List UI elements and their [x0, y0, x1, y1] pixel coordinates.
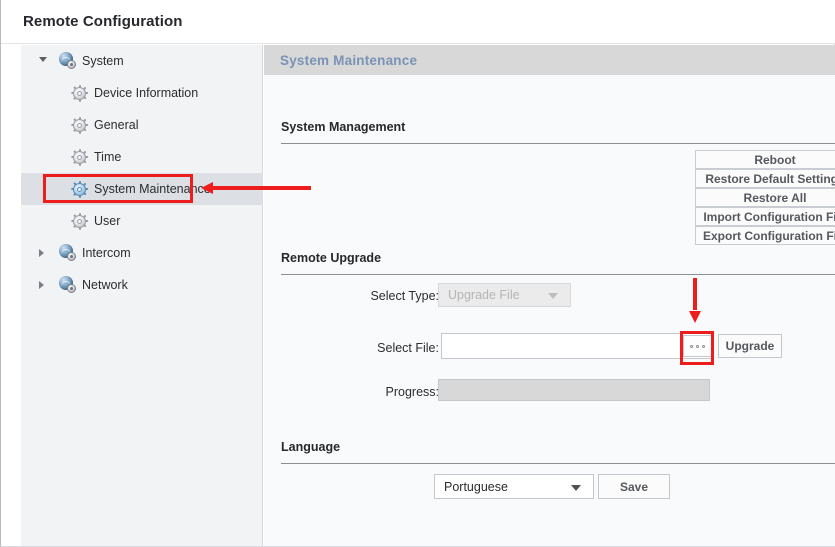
- save-button[interactable]: Save: [598, 474, 670, 499]
- sidebar-item-system[interactable]: System: [21, 45, 263, 77]
- section-divider: [281, 463, 835, 464]
- sidebar-item-label: Time: [94, 150, 122, 164]
- panel-header: System Maintenance: [264, 45, 835, 75]
- sidebar-item-time[interactable]: Time: [21, 141, 263, 173]
- chevron-down-icon[interactable]: [39, 57, 47, 62]
- restore-default-settings-button[interactable]: Restore Default Settings: [695, 169, 835, 188]
- import-configuration-file-button[interactable]: Import Configuration File: [695, 207, 835, 226]
- gear-icon: [71, 180, 89, 199]
- sidebar-item-label: Network: [82, 278, 128, 292]
- export-configuration-file-button[interactable]: Export Configuration File: [695, 226, 835, 245]
- gear-icon: [71, 116, 89, 135]
- sidebar-item-user[interactable]: User: [21, 205, 263, 237]
- globe-icon: [59, 244, 76, 261]
- sidebar-item-label: System: [82, 54, 124, 68]
- page-title: System Maintenance: [280, 52, 418, 68]
- gear-icon: [71, 148, 89, 167]
- sidebar-item-intercom[interactable]: Intercom: [21, 237, 263, 269]
- ellipsis-dot-icon: [690, 344, 693, 348]
- chevron-down-icon[interactable]: [571, 484, 581, 491]
- sidebar-item-label: Intercom: [82, 246, 131, 260]
- sidebar-item-label: User: [94, 214, 121, 228]
- section-heading-remote-upgrade: Remote Upgrade: [281, 251, 382, 265]
- sidebar-item-label: General: [94, 118, 139, 132]
- navigation-sidebar: System Device Information General Time S…: [21, 45, 263, 546]
- reboot-button[interactable]: Reboot: [695, 150, 835, 169]
- select-type-dropdown: Upgrade File: [438, 283, 571, 307]
- sidebar-item-label: System Maintenance: [94, 182, 211, 196]
- restore-all-button[interactable]: Restore All: [695, 188, 835, 207]
- remote-configuration-window: Remote Configuration System Device Infor…: [0, 0, 835, 547]
- ellipsis-dot-icon: [702, 344, 705, 348]
- ellipsis-dot-icon: [696, 344, 699, 348]
- select-type-label: Select Type:: [370, 289, 439, 303]
- section-divider: [281, 274, 835, 275]
- sidebar-item-device-information[interactable]: Device Information: [21, 77, 263, 109]
- select-type-value: Upgrade File: [448, 288, 520, 302]
- main-content-panel: System Maintenance System Management Reb…: [264, 45, 835, 546]
- gear-icon: [71, 212, 89, 231]
- sidebar-item-general[interactable]: General: [21, 109, 263, 141]
- select-file-label: Select File:: [377, 341, 439, 355]
- sidebar-item-system-maintenance[interactable]: System Maintenance: [21, 173, 263, 205]
- upgrade-progress-bar: [438, 379, 710, 401]
- chevron-down-icon: [548, 293, 558, 299]
- chevron-right-icon[interactable]: [39, 249, 44, 257]
- globe-icon: [59, 52, 76, 69]
- globe-icon: [59, 276, 76, 293]
- sidebar-item-network[interactable]: Network: [21, 269, 263, 301]
- progress-label: Progress:: [385, 385, 440, 399]
- sidebar-item-label: Device Information: [94, 86, 199, 100]
- upgrade-button[interactable]: Upgrade: [718, 334, 782, 358]
- gear-icon: [71, 84, 89, 103]
- language-value: Portuguese: [444, 479, 508, 494]
- window-title: Remote Configuration: [23, 13, 183, 30]
- window-titlebar: Remote Configuration: [1, 0, 835, 44]
- section-heading-system-management: System Management: [281, 120, 406, 134]
- select-file-text[interactable]: [442, 334, 712, 358]
- language-dropdown[interactable]: Portuguese: [434, 474, 594, 499]
- select-file-input[interactable]: [441, 333, 713, 359]
- browse-file-button[interactable]: [683, 335, 712, 357]
- section-heading-language: Language: [281, 440, 341, 454]
- chevron-right-icon[interactable]: [39, 281, 44, 289]
- section-divider: [281, 143, 835, 144]
